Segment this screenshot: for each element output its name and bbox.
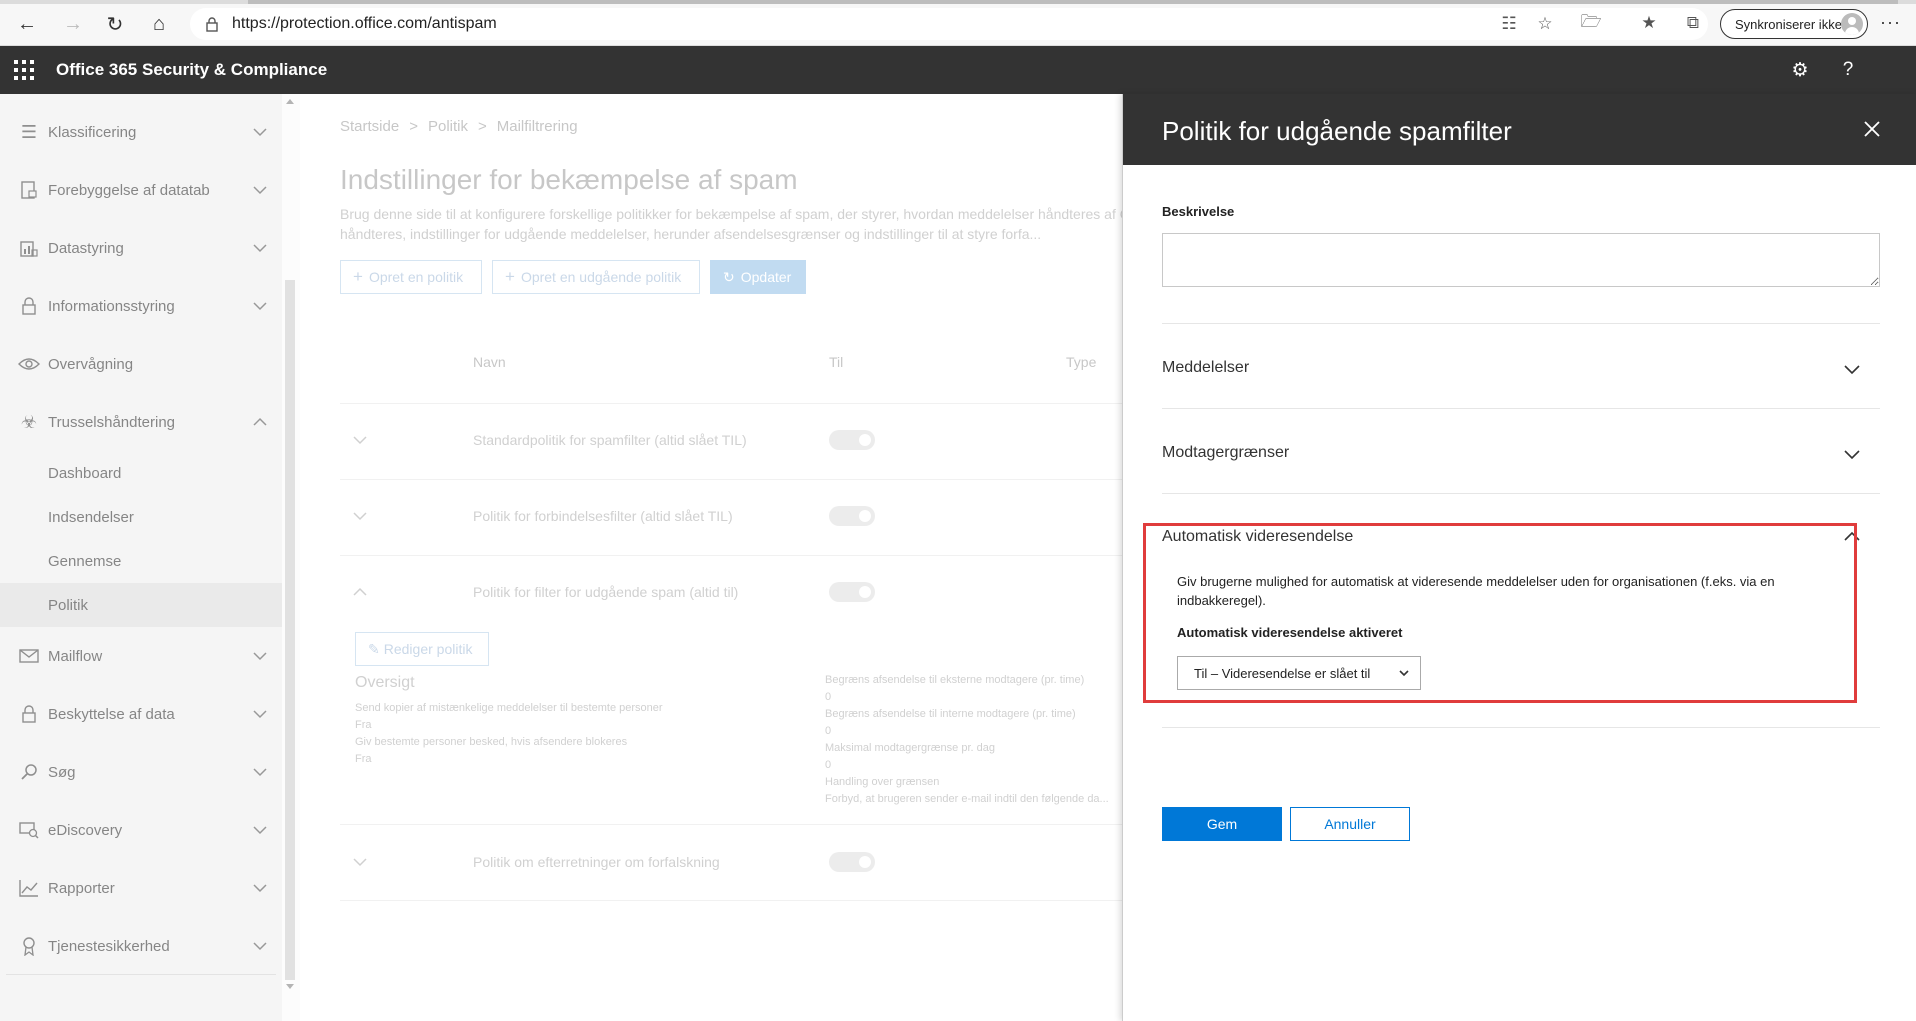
active-tab[interactable] [248, 0, 1898, 4]
description-field[interactable] [1162, 233, 1880, 287]
favorite-star-icon[interactable]: ☆ [1534, 13, 1556, 35]
highlight-annotation [1143, 523, 1857, 703]
tab-strip [0, 0, 1916, 4]
collections-folder-icon[interactable]: 🗁 [1580, 12, 1602, 34]
close-icon[interactable] [1861, 118, 1883, 140]
browser-toolbar: ← → ↻ ⌂ https://protection.office.com/an… [0, 0, 1916, 46]
lock-icon [206, 17, 218, 32]
avatar [1841, 13, 1863, 35]
section-divider [1162, 493, 1880, 494]
cancel-button[interactable]: Annuller [1290, 807, 1410, 841]
collections-icon[interactable]: ⧉ [1682, 12, 1704, 34]
panel-scrollbar[interactable] [1901, 165, 1916, 1021]
section-divider [1162, 408, 1880, 409]
more-options-icon[interactable]: ··· [1880, 12, 1901, 33]
sync-profile-button[interactable]: Synkroniserer ikke [1720, 9, 1868, 39]
app-header: Office 365 Security & Compliance ⚙ ? [0, 46, 1916, 94]
help-question-icon[interactable]: ? [1836, 58, 1860, 82]
description-label: Beskrivelse [1162, 204, 1235, 219]
translate-icon[interactable]: ☷ [1498, 13, 1520, 35]
address-bar[interactable]: https://protection.office.com/antispam ☷… [190, 8, 1708, 40]
reload-icon[interactable]: ↻ [101, 10, 129, 38]
favorites-list-icon[interactable]: ★ [1638, 12, 1660, 34]
forward-arrow-icon[interactable]: → [59, 10, 87, 38]
panel-header: Politik for udgående spamfilter [1123, 94, 1916, 165]
chevron-down-icon[interactable] [1843, 445, 1861, 463]
chevron-down-icon[interactable] [1843, 360, 1861, 378]
panel-title: Politik for udgående spamfilter [1162, 116, 1512, 146]
url-text[interactable]: https://protection.office.com/antispam [232, 15, 497, 33]
section-divider [1162, 323, 1880, 324]
home-icon[interactable]: ⌂ [145, 10, 173, 38]
section-recipient-limits[interactable]: Modtagergrænser [1162, 444, 1289, 462]
settings-gear-icon[interactable]: ⚙ [1788, 58, 1812, 82]
app-title[interactable]: Office 365 Security & Compliance [56, 60, 327, 80]
sync-label: Synkroniserer ikke [1735, 16, 1842, 32]
section-messages[interactable]: Meddelelser [1162, 359, 1249, 377]
modal-overlay[interactable] [0, 94, 1122, 1021]
policy-panel: Politik for udgående spamfilter Beskrive… [1122, 94, 1916, 1021]
app-launcher-icon[interactable] [14, 60, 34, 80]
section-divider [1162, 727, 1880, 728]
back-arrow-icon[interactable]: ← [13, 10, 41, 38]
save-button[interactable]: Gem [1162, 807, 1282, 841]
